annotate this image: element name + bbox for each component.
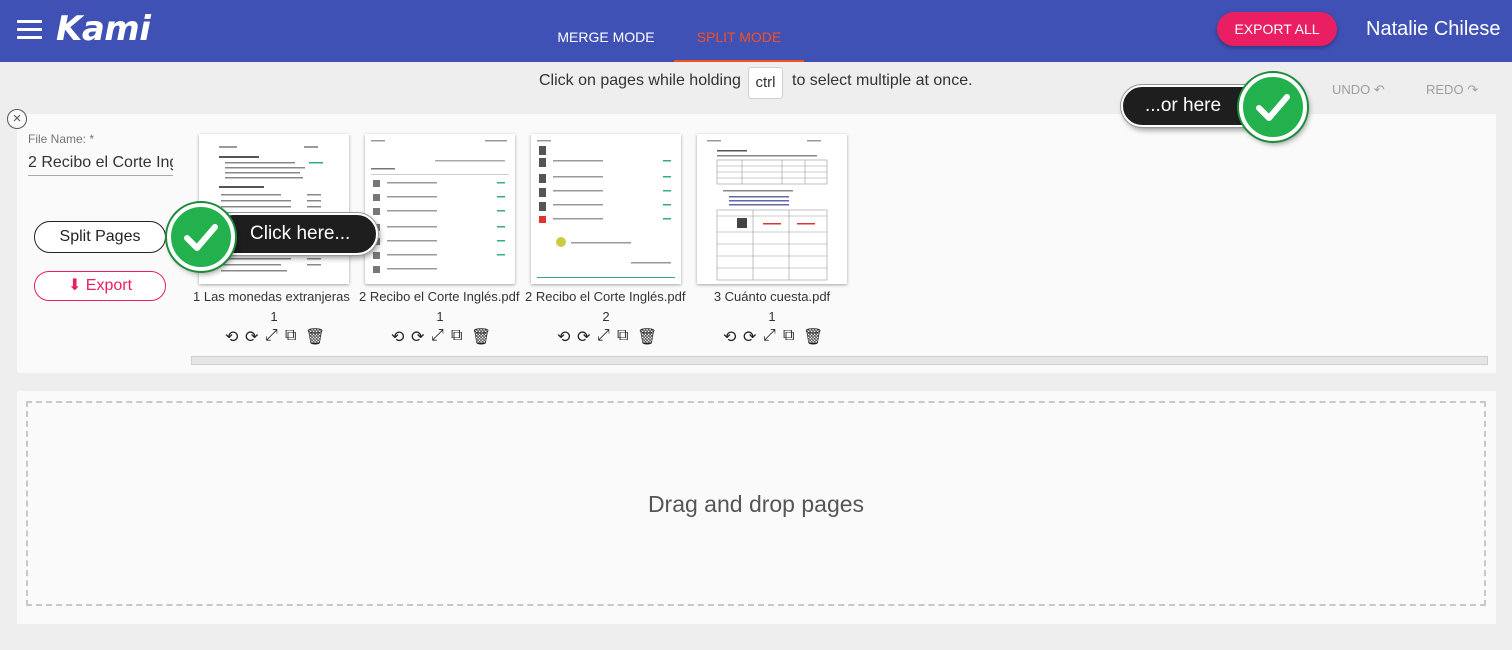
rotate-right-icon[interactable]: ⟳ bbox=[577, 327, 591, 346]
export-label: Export bbox=[85, 277, 133, 294]
page-card[interactable]: 3 Cuánto cuesta.pdf 1 ⟲ ⟳ ⤢ ⧉ 🗑 bbox=[697, 134, 849, 346]
menu-icon[interactable] bbox=[17, 20, 42, 40]
page-thumbnail[interactable] bbox=[531, 134, 681, 284]
rotate-right-icon[interactable]: ⟳ bbox=[245, 327, 259, 346]
tab-merge-mode[interactable]: MERGE MODE bbox=[545, 0, 667, 62]
expand-icon[interactable]: ⤢ bbox=[763, 327, 777, 344]
redo-button[interactable]: REDO ↷ bbox=[1426, 82, 1478, 98]
page-toolbar: ⟲ ⟳ ⤢ ⧉ 🗑 bbox=[557, 327, 657, 346]
delete-icon[interactable]: 🗑 bbox=[803, 327, 823, 346]
rotate-left-icon[interactable]: ⟲ bbox=[225, 327, 239, 346]
duplicate-icon[interactable]: ⧉ bbox=[783, 327, 797, 344]
duplicate-icon[interactable]: ⧉ bbox=[617, 327, 631, 344]
close-icon[interactable]: × bbox=[7, 109, 27, 129]
page-number: 2 bbox=[602, 309, 610, 324]
rotate-left-icon[interactable]: ⟲ bbox=[391, 327, 405, 346]
delete-icon[interactable]: 🗑 bbox=[637, 327, 657, 346]
rotate-left-icon[interactable]: ⟲ bbox=[557, 327, 571, 346]
check-icon bbox=[1239, 73, 1307, 141]
page-file-name: 2 Recibo el Corte Inglés.pdf bbox=[525, 289, 686, 304]
page-number: 1 bbox=[270, 309, 278, 324]
rotate-left-icon[interactable]: ⟲ bbox=[723, 327, 737, 346]
expand-icon[interactable]: ⤢ bbox=[265, 327, 279, 344]
rotate-right-icon[interactable]: ⟳ bbox=[743, 327, 757, 346]
tab-split-mode[interactable]: SPLIT MODE bbox=[674, 0, 804, 62]
page-file-name: 3 Cuánto cuesta.pdf bbox=[713, 289, 831, 304]
redo-icon: ↷ bbox=[1467, 82, 1479, 97]
expand-icon[interactable]: ⤢ bbox=[597, 327, 611, 344]
kami-logo: Kami bbox=[56, 9, 151, 49]
page-toolbar: ⟲ ⟳ ⤢ ⧉ 🗑 bbox=[723, 327, 823, 346]
duplicate-icon[interactable]: ⧉ bbox=[451, 327, 465, 344]
page-toolbar: ⟲ ⟳ ⤢ ⧉ 🗑 bbox=[225, 327, 325, 346]
page-thumbnail[interactable] bbox=[697, 134, 847, 284]
hint-text-after: to select multiple at once. bbox=[792, 72, 973, 89]
ctrl-key-badge: ctrl bbox=[748, 67, 783, 99]
page-thumbnail[interactable] bbox=[365, 134, 515, 284]
page-file-name: 1 Las monedas extranjeras bbox=[193, 289, 350, 304]
undo-label: UNDO bbox=[1332, 82, 1371, 97]
page-number: 1 bbox=[768, 309, 776, 324]
duplicate-icon[interactable]: ⧉ bbox=[285, 327, 299, 344]
horizontal-scrollbar[interactable] bbox=[191, 356, 1488, 365]
expand-icon[interactable]: ⤢ bbox=[431, 327, 445, 344]
split-pages-button[interactable]: Split Pages bbox=[34, 221, 166, 253]
page-number: 1 bbox=[436, 309, 444, 324]
export-all-button[interactable]: EXPORT ALL bbox=[1217, 12, 1337, 46]
page-card[interactable]: 2 Recibo el Corte Inglés.pdf 1 ⟲ ⟳ ⤢ ⧉ 🗑 bbox=[359, 134, 519, 346]
export-button[interactable]: ⬇ Export bbox=[34, 271, 166, 301]
undo-button[interactable]: UNDO ↶ bbox=[1332, 82, 1385, 98]
file-name-input[interactable] bbox=[28, 150, 173, 176]
page-card[interactable]: 2 Recibo el Corte Inglés.pdf 2 ⟲ ⟳ ⤢ ⧉ 🗑 bbox=[525, 134, 685, 346]
hint-text-before: Click on pages while holding bbox=[539, 72, 741, 89]
download-icon: ⬇ bbox=[67, 277, 82, 294]
user-name[interactable]: Natalie Chilese bbox=[1366, 18, 1501, 41]
page-file-name: 2 Recibo el Corte Inglés.pdf bbox=[359, 289, 520, 304]
check-icon bbox=[167, 203, 235, 271]
file-name-label: File Name: * bbox=[28, 132, 95, 146]
page-toolbar: ⟲ ⟳ ⤢ ⧉ 🗑 bbox=[391, 327, 491, 346]
redo-label: REDO bbox=[1426, 82, 1464, 97]
drop-zone-label: Drag and drop pages bbox=[647, 491, 865, 517]
rotate-right-icon[interactable]: ⟳ bbox=[411, 327, 425, 346]
delete-icon[interactable]: 🗑 bbox=[305, 327, 325, 346]
top-app-bar: Kami MERGE MODE SPLIT MODE EXPORT ALL Na… bbox=[0, 0, 1512, 62]
undo-icon: ↶ bbox=[1373, 82, 1385, 97]
delete-icon[interactable]: 🗑 bbox=[471, 327, 491, 346]
click-here-callout: Click here... bbox=[212, 213, 378, 255]
